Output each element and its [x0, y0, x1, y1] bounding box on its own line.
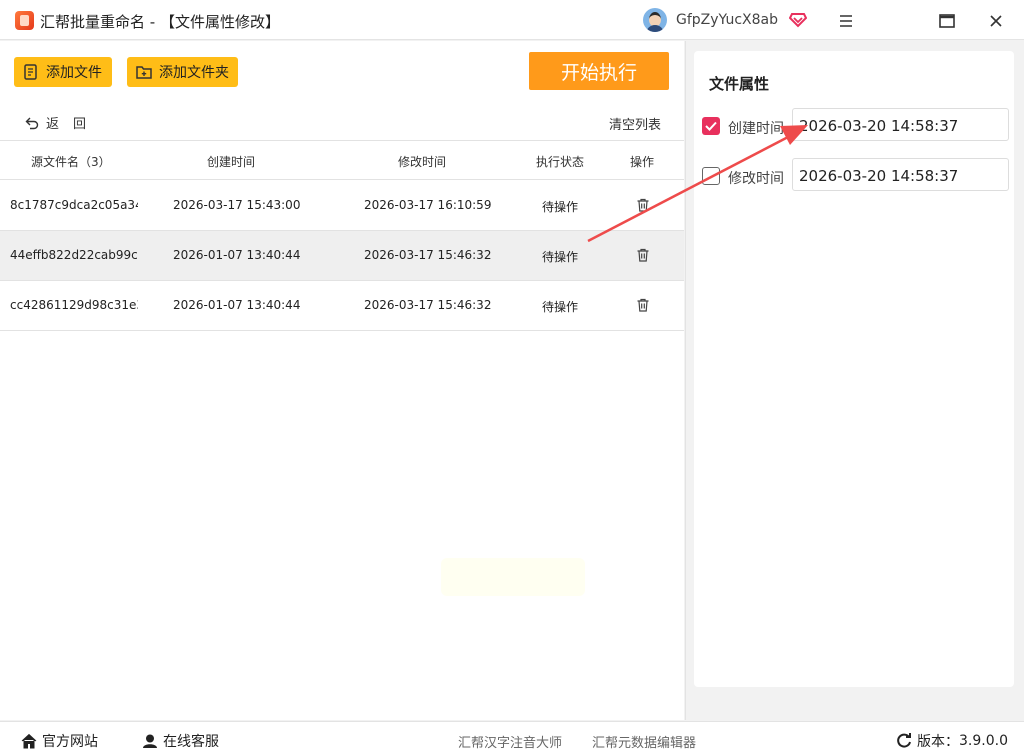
add-folder-button[interactable]: 添加文件夹	[127, 57, 238, 87]
version-info[interactable]: 版本： 3.9.0.0	[895, 731, 1008, 751]
add-file-icon	[24, 64, 37, 80]
modify-time-input[interactable]: 2026-03-20 14:58:37	[792, 158, 1009, 191]
add-folder-icon	[136, 66, 152, 79]
online-service-link[interactable]: 在线客服	[141, 731, 219, 751]
create-time: 2026-01-07 13:40:44	[173, 298, 301, 312]
create-time: 2026-01-07 13:40:44	[173, 248, 301, 262]
promo-link-pinyin[interactable]: 汇帮汉字注音大师	[458, 732, 562, 751]
promo-link-metadata[interactable]: 汇帮元数据编辑器	[592, 732, 696, 751]
menu-icon[interactable]	[835, 10, 857, 32]
version-number: 3.9.0.0	[959, 733, 1008, 749]
table-header: 源文件名（3） 创建时间 修改时间 执行状态 操作	[0, 140, 684, 180]
create-time-checkbox[interactable]	[702, 117, 720, 135]
file-list-panel: 添加文件 添加文件夹 开始执行 返回 清空列表 源文件名（3） 创建时间 修改时…	[0, 41, 684, 720]
user-avatar[interactable]	[643, 8, 667, 32]
header-ctime[interactable]: 创建时间	[207, 153, 255, 170]
modify-time: 2026-03-17 16:10:59	[364, 198, 492, 212]
back-arrow-icon	[25, 117, 39, 129]
file-name: cc42861129d98c31e3c	[10, 298, 138, 312]
status: 待操作	[542, 250, 579, 264]
trash-icon[interactable]	[635, 197, 651, 213]
add-file-label: 添加文件	[46, 65, 102, 81]
status-bar: 官方网站 在线客服 汇帮汉字注音大师 汇帮元数据编辑器 版本： 3.9.0.0	[0, 721, 1024, 755]
status: 待操作	[542, 300, 579, 314]
file-name: 44effb822d22cab99c0	[10, 248, 138, 262]
close-icon[interactable]	[985, 10, 1007, 32]
attributes-title: 文件属性	[709, 75, 770, 93]
title-bar: 汇帮批量重命名 - 【文件属性修改】 GfpZyYucX8ab	[0, 0, 1024, 40]
app-logo-icon	[15, 11, 34, 30]
create-time-label[interactable]: 创建时间	[728, 118, 784, 138]
refresh-icon	[897, 733, 911, 748]
add-folder-label: 添加文件夹	[159, 65, 229, 81]
watermark-overlay	[441, 558, 585, 596]
status: 待操作	[542, 200, 579, 214]
attributes-panel	[694, 51, 1014, 687]
table-row[interactable]: 44effb822d22cab99c0 2026-01-07 13:40:44 …	[0, 231, 684, 281]
home-icon	[21, 733, 37, 749]
modify-time: 2026-03-17 15:46:32	[364, 298, 492, 312]
table-row[interactable]: 8c1787c9dca2c05a342 2026-03-17 15:43:00 …	[0, 181, 684, 231]
username[interactable]: GfpZyYucX8ab	[676, 12, 778, 28]
back-button[interactable]: 返回	[24, 113, 100, 132]
modify-time: 2026-03-17 15:46:32	[364, 248, 492, 262]
header-name[interactable]: 源文件名（3）	[31, 153, 111, 170]
clear-list-button[interactable]: 清空列表	[609, 114, 661, 133]
website-label: 官方网站	[42, 734, 98, 750]
header-action: 操作	[630, 155, 655, 169]
customer-service-icon	[143, 734, 157, 748]
back-label: 返回	[46, 117, 101, 132]
version-label: 版本：	[917, 734, 959, 750]
table-row[interactable]: cc42861129d98c31e3c 2026-01-07 13:40:44 …	[0, 281, 684, 331]
header-status: 执行状态	[536, 155, 585, 169]
online-service-label: 在线客服	[163, 734, 219, 750]
add-file-button[interactable]: 添加文件	[14, 57, 112, 87]
start-button[interactable]: 开始执行	[529, 52, 669, 90]
file-name: 8c1787c9dca2c05a342	[10, 198, 138, 212]
create-time: 2026-03-17 15:43:00	[173, 198, 301, 212]
vip-diamond-icon[interactable]	[789, 10, 807, 28]
modify-time-label[interactable]: 修改时间	[728, 168, 784, 188]
modify-time-checkbox[interactable]	[702, 167, 720, 185]
window-title: 汇帮批量重命名 - 【文件属性修改】	[40, 13, 280, 31]
trash-icon[interactable]	[635, 297, 651, 313]
checkmark-icon	[705, 121, 717, 131]
header-mtime[interactable]: 修改时间	[398, 153, 446, 170]
website-link[interactable]: 官方网站	[20, 731, 98, 751]
trash-icon[interactable]	[635, 247, 651, 263]
create-time-input[interactable]: 2026-03-20 14:58:37	[792, 108, 1009, 141]
maximize-icon[interactable]	[936, 10, 958, 32]
